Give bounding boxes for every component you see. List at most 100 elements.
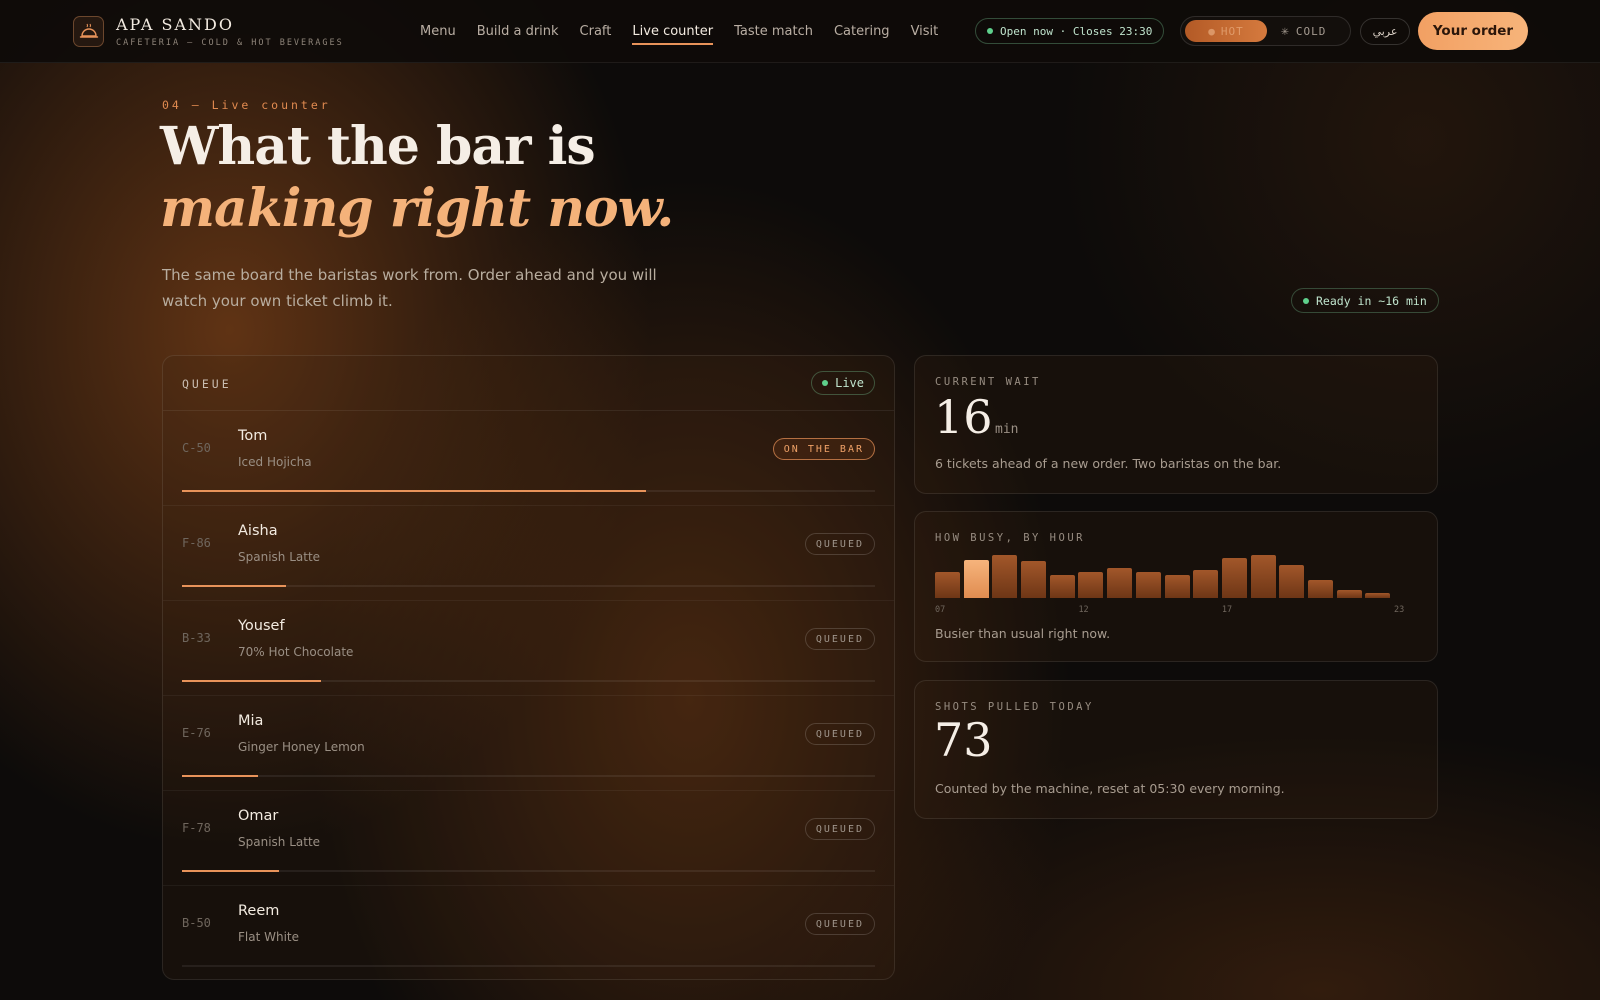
busy-chart-label: HOW BUSY, BY HOUR <box>935 532 1085 544</box>
top-nav-bar: APA SANDO CAFETERIA — COLD & HOT BEVERAG… <box>0 0 1600 63</box>
nav-menu[interactable]: Menu <box>420 18 456 45</box>
open-status-badge: Open now · Closes 23:30 <box>975 18 1165 44</box>
ticket-drink: Flat White <box>238 930 300 944</box>
ticket-status-badge: QUEUED <box>804 628 875 650</box>
queue-ticket-row[interactable]: B-33 Yousef 70% Hot Chocolate QUEUED <box>163 601 894 696</box>
ticket-drink: Ginger Honey Lemon <box>238 740 365 754</box>
status-dot-icon <box>987 28 993 34</box>
title-plain: What the bar is <box>160 116 596 177</box>
busy-bar-07 <box>935 572 960 598</box>
queue-title: QUEUE <box>182 377 232 391</box>
busy-bar-14 <box>1135 572 1161 598</box>
page-title: What the bar is making right now. <box>160 116 800 240</box>
busy-bar-17 <box>1221 558 1247 598</box>
ticket-customer-name: Mia <box>238 713 264 729</box>
live-badge: Live <box>811 371 875 395</box>
snowflake-icon: ✳ <box>1281 23 1290 39</box>
busy-by-hour-card: HOW BUSY, BY HOUR 07 12 17 23 Busier than u… <box>914 511 1438 662</box>
queue-ticket-row[interactable]: B-50 Reem Flat White QUEUED <box>163 886 894 979</box>
brand[interactable]: APA SANDO CAFETERIA — COLD & HOT BEVERAG… <box>73 15 344 48</box>
queue-panel: QUEUE Live C-50 Tom Iced Hojicha ON THE BAR… <box>162 355 895 980</box>
current-wait-note: 6 tickets ahead of a new order. Two bari… <box>935 456 1282 471</box>
your-order-button[interactable]: Your order <box>1418 12 1528 50</box>
ticket-code: B-50 <box>182 916 211 930</box>
main-nav: Menu Build a drink Craft Live counter Ta… <box>420 0 959 63</box>
busy-bar-20 <box>1307 580 1333 598</box>
live-dot-icon <box>822 380 829 386</box>
ticket-customer-name: Omar <box>238 808 279 824</box>
ticket-progress-fill <box>182 775 259 777</box>
ticket-customer-name: Yousef <box>238 618 285 634</box>
busy-chart-note: Busier than usual right now. <box>935 626 1111 641</box>
cloche-logo-icon <box>73 16 104 47</box>
ticket-progress-track <box>182 965 875 967</box>
nav-live-counter[interactable]: Live counter <box>632 18 713 45</box>
live-label: Live <box>835 376 864 390</box>
busy-bar-21 <box>1336 590 1362 598</box>
busy-bar-16 <box>1193 570 1219 598</box>
ticket-status-badge: QUEUED <box>804 818 875 840</box>
nav-catering[interactable]: Catering <box>834 18 890 45</box>
current-wait-label: CURRENT WAIT <box>935 376 1041 388</box>
section-eyebrow: 04 — Live counter <box>162 98 331 112</box>
open-status-text: Open now · Closes 23:30 <box>1000 24 1153 38</box>
status-dot-icon <box>1303 297 1309 304</box>
toggle-hot-option[interactable]: ● HOT <box>1185 20 1267 42</box>
ticket-progress-track <box>182 775 875 777</box>
brand-tagline: CAFETERIA — COLD & HOT BEVERAGES <box>116 38 344 48</box>
ticket-code: F-78 <box>182 821 211 835</box>
queue-ticket-row[interactable]: F-86 Aisha Spanish Latte QUEUED <box>163 506 894 601</box>
ticket-progress-fill <box>182 585 286 587</box>
ticket-progress-fill <box>182 490 647 492</box>
busy-bar-22 <box>1365 593 1391 598</box>
hot-cold-toggle[interactable]: ● HOT ✳ COLD <box>1180 16 1351 46</box>
flame-icon: ● <box>1208 24 1216 38</box>
ticket-progress-track <box>182 490 875 492</box>
ticket-list: C-50 Tom Iced Hojicha ON THE BAR F-86 Aisha Sp… <box>163 411 894 979</box>
ticket-status-badge: QUEUED <box>804 723 875 745</box>
toggle-hot-label: HOT <box>1220 24 1244 38</box>
ticket-code: C-50 <box>182 441 211 455</box>
nav-visit[interactable]: Visit <box>911 18 939 45</box>
ticket-progress-track <box>182 680 875 682</box>
ticket-customer-name: Tom <box>238 428 268 444</box>
queue-ticket-row[interactable]: F-78 Omar Spanish Latte QUEUED <box>163 791 894 886</box>
busy-tick-label: 12 <box>1078 605 1089 615</box>
shots-pulled-note: Counted by the machine, reset at 05:30 e… <box>935 781 1285 796</box>
nav-build-a-drink[interactable]: Build a drink <box>477 18 559 45</box>
queue-ticket-row[interactable]: C-50 Tom Iced Hojicha ON THE BAR <box>163 411 894 506</box>
title-accent: making right now. <box>160 178 674 239</box>
ticket-status-badge: ON THE BAR <box>772 438 875 460</box>
shots-pulled-card: SHOTS PULLED TODAY 73 Counted by the mac… <box>914 680 1438 819</box>
ticket-code: B-33 <box>182 631 211 645</box>
ticket-drink: Spanish Latte <box>238 835 321 849</box>
brand-name: APA SANDO <box>116 15 234 34</box>
current-wait-unit: min <box>995 422 1019 437</box>
ticket-drink: Iced Hojicha <box>238 455 312 469</box>
ready-estimate-badge: Ready in ~16 min <box>1291 288 1439 313</box>
ticket-customer-name: Reem <box>238 903 280 919</box>
busy-bar-15 <box>1164 575 1190 598</box>
busy-bar-09 <box>992 555 1018 598</box>
busy-bar-10 <box>1021 561 1047 598</box>
ticket-status-badge: QUEUED <box>804 913 875 935</box>
ticket-status-badge: QUEUED <box>804 533 875 555</box>
busy-bar-08 <box>963 560 989 598</box>
ticket-code: F-86 <box>182 536 211 550</box>
ticket-code: E-76 <box>182 726 211 740</box>
busy-tick-label: 17 <box>1221 605 1233 615</box>
toggle-cold-option[interactable]: ✳ COLD <box>1281 20 1326 42</box>
current-wait-card: CURRENT WAIT 16 min 6 tickets ahead of a… <box>914 355 1438 494</box>
busy-bar-12 <box>1078 572 1104 598</box>
ticket-customer-name: Aisha <box>238 523 278 539</box>
ticket-progress-track <box>182 585 875 587</box>
nav-craft[interactable]: Craft <box>580 18 612 45</box>
nav-taste-match[interactable]: Taste match <box>734 18 813 45</box>
language-switch-button[interactable]: عربي <box>1360 18 1410 45</box>
page-subtitle: The same board the baristas work from. O… <box>162 266 657 310</box>
toggle-cold-label: COLD <box>1295 24 1327 38</box>
queue-ticket-row[interactable]: E-76 Mia Ginger Honey Lemon QUEUED <box>163 696 894 791</box>
busy-tick-label: 23 <box>1394 605 1405 615</box>
ticket-drink: 70% Hot Chocolate <box>238 645 354 659</box>
ticket-progress-track <box>182 870 875 872</box>
